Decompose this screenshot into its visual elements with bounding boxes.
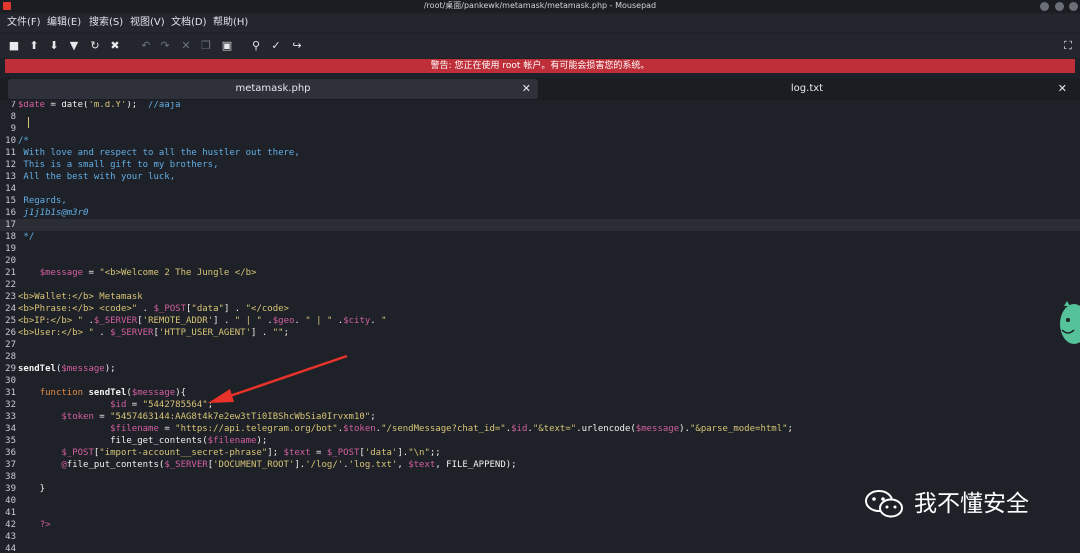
annotation-arrow xyxy=(208,354,348,403)
watermark-text: 我不懂安全 xyxy=(914,491,1029,517)
cartoon-sticker-image xyxy=(1058,300,1080,348)
wechat-icon xyxy=(865,490,903,518)
